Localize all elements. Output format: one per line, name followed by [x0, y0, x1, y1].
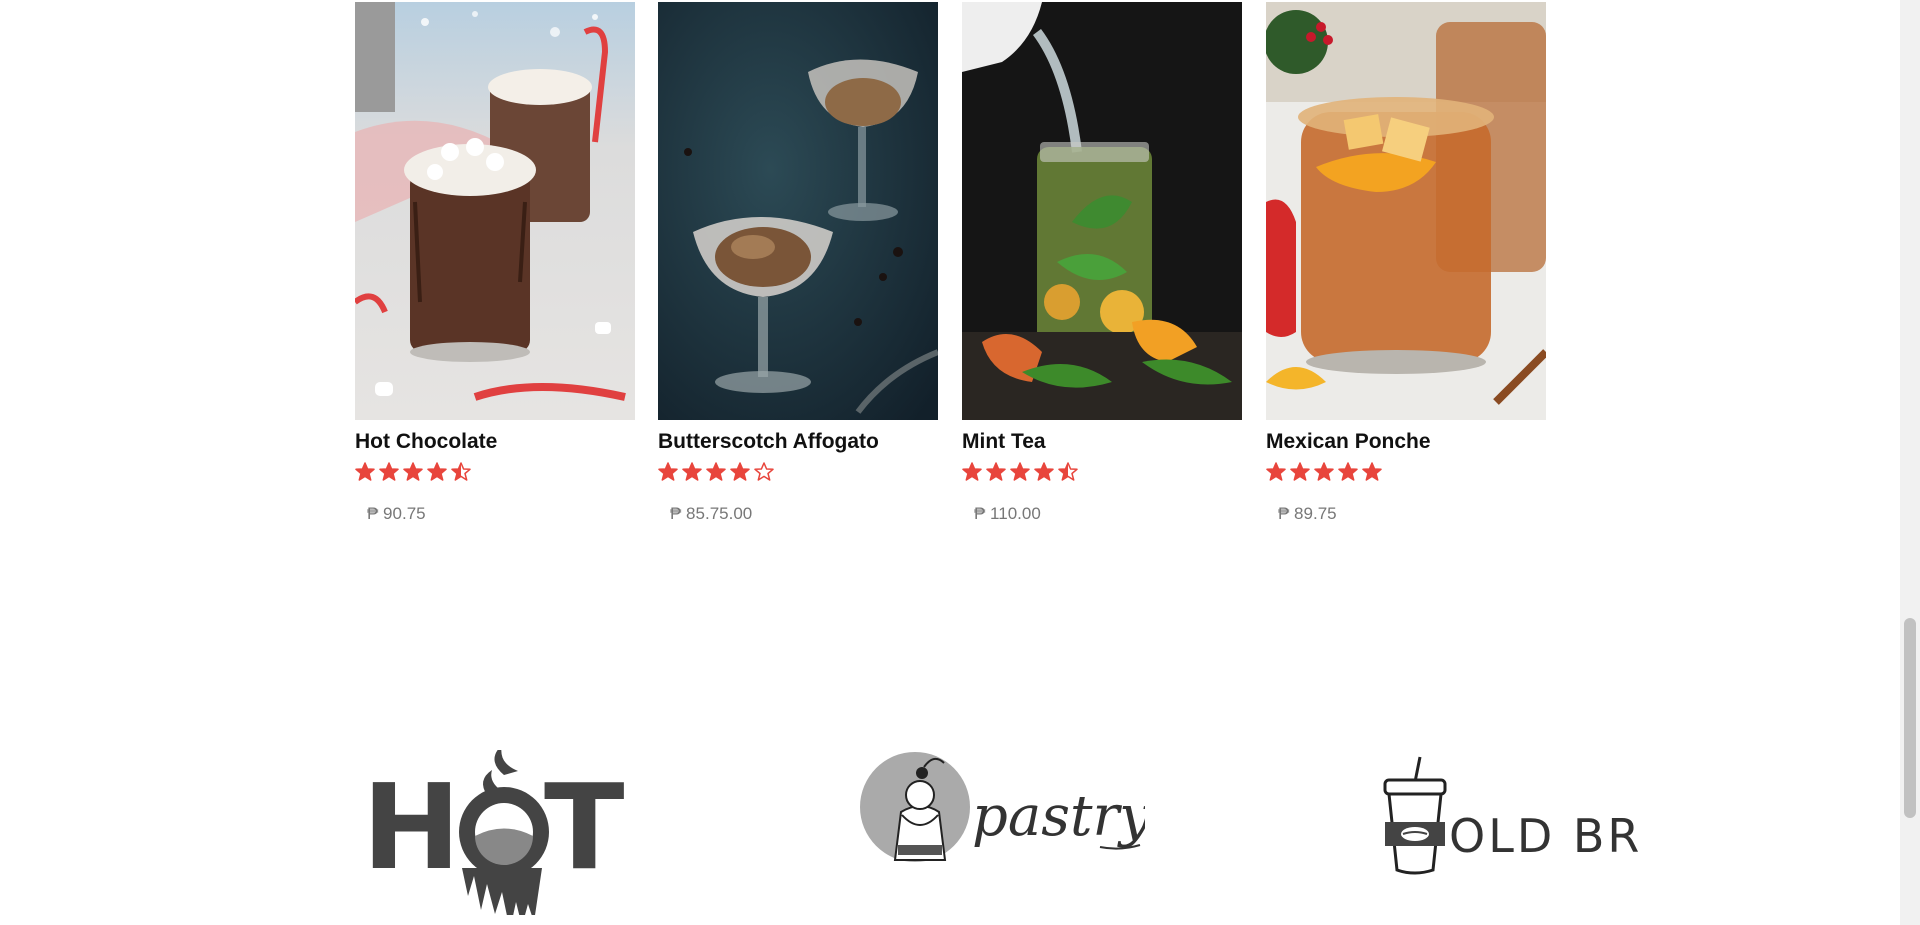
product-card-hot-chocolate[interactable]: Hot Chocolate ₱ 90.75	[355, 2, 635, 523]
star-full-icon	[427, 462, 447, 481]
pastry-logo[interactable]: pastry	[860, 745, 1152, 875]
product-title[interactable]: Mexican Ponche	[1266, 430, 1431, 454]
hot-logo[interactable]: H T	[362, 745, 627, 925]
rating-stars	[962, 462, 1078, 482]
star-full-icon	[1034, 462, 1054, 481]
scrollbar[interactable]	[1900, 0, 1920, 925]
cold-brew-logo-text: OLD BREW	[1449, 809, 1640, 863]
product-price: ₱ 110.00	[974, 504, 1041, 523]
cold-brew-logo[interactable]: OLD BREW	[1365, 752, 1720, 882]
star-full-icon	[379, 462, 399, 481]
star-full-icon	[1314, 462, 1334, 481]
star-empty-icon	[754, 462, 774, 481]
star-half-icon	[451, 462, 471, 481]
star-full-icon	[1290, 462, 1310, 481]
star-full-icon	[1338, 462, 1358, 481]
hot-logo-graphic: H T	[362, 745, 625, 925]
product-card-butterscotch-affogato[interactable]: Butterscotch Affogato ₱ 85.75.00	[658, 2, 938, 523]
affogato-photo[interactable]	[658, 2, 938, 420]
star-full-icon	[730, 462, 750, 481]
star-full-icon	[962, 462, 982, 481]
rating-stars	[1266, 462, 1382, 482]
scrollbar-thumb[interactable]	[1904, 618, 1916, 818]
product-price: ₱ 85.75.00	[670, 504, 753, 523]
star-full-icon	[1266, 462, 1286, 481]
product-title[interactable]: Mint Tea	[962, 430, 1046, 454]
cold-brew-logo-graphic: OLD BREW	[1383, 756, 1720, 875]
hot-logo-letter-t: T	[544, 758, 625, 896]
star-full-icon	[1362, 462, 1382, 481]
rating-stars	[658, 462, 774, 482]
hot-chocolate-photo[interactable]	[355, 2, 635, 420]
hot-logo-letter-h: H	[362, 758, 461, 896]
product-price: ₱ 90.75	[367, 504, 426, 523]
rating-stars	[355, 462, 471, 482]
star-full-icon	[658, 462, 678, 481]
product-price: ₱ 89.75	[1278, 504, 1337, 523]
pastry-logo-text: pastry	[972, 784, 1145, 849]
product-title[interactable]: Butterscotch Affogato	[658, 430, 879, 454]
star-full-icon	[1010, 462, 1030, 481]
star-full-icon	[986, 462, 1006, 481]
product-title[interactable]: Hot Chocolate	[355, 430, 497, 454]
star-full-icon	[355, 462, 375, 481]
ponche-photo[interactable]	[1266, 2, 1546, 420]
star-full-icon	[682, 462, 702, 481]
star-full-icon	[706, 462, 726, 481]
pastry-logo-graphic: pastry	[860, 752, 1152, 862]
product-card-mint-tea[interactable]: Mint Tea ₱ 110.00	[962, 2, 1242, 523]
product-card-mexican-ponche[interactable]: Mexican Ponche ₱ 89.75	[1266, 2, 1546, 523]
star-full-icon	[403, 462, 423, 481]
page: Hot Chocolate ₱ 90.75 Butterscotch Affog	[0, 0, 1900, 925]
mint-tea-photo[interactable]	[962, 2, 1242, 420]
star-half-icon	[1058, 462, 1078, 481]
